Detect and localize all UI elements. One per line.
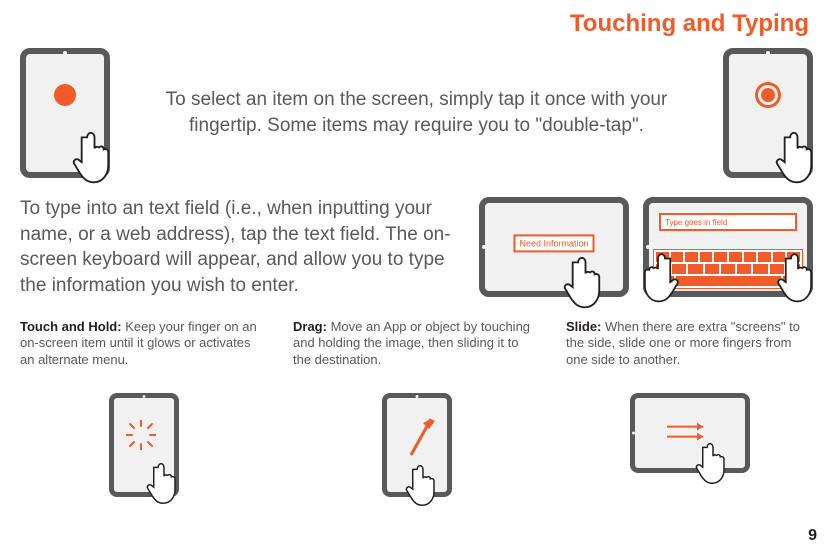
tap-illustration-left	[20, 48, 110, 178]
touch-hold-illustration	[109, 393, 179, 497]
tap-illustration-right	[723, 48, 813, 178]
touch-hold-column: Touch and Hold: Keep your finger on an o…	[20, 319, 267, 497]
hand-icon	[142, 460, 186, 508]
drag-label: Drag:	[293, 319, 327, 334]
drag-arrow-icon	[407, 413, 437, 458]
touch-hold-label: Touch and Hold:	[20, 319, 122, 334]
touch-hold-description: Touch and Hold: Keep your finger on an o…	[20, 319, 267, 381]
tap-section: To select an item on the screen, simply …	[20, 48, 813, 178]
type-section: To type into an text field (i.e., when i…	[20, 196, 813, 299]
hand-icon	[401, 462, 445, 510]
text-field-placeholder: Type goes in field	[659, 213, 797, 231]
drag-column: Drag: Move an App or object by touching …	[293, 319, 540, 497]
need-info-illustration: Need Information	[479, 197, 629, 297]
page-title: Touching and Typing	[20, 10, 813, 38]
drag-text: Move an App or object by touching and ho…	[293, 319, 530, 368]
drag-description: Drag: Move an App or object by touching …	[293, 319, 540, 381]
drag-illustration	[382, 393, 452, 497]
type-description: To type into an text field (i.e., when i…	[20, 196, 465, 299]
tap-target-icon	[54, 84, 76, 106]
tap-description: To select an item on the screen, simply …	[130, 87, 703, 138]
page-number: 9	[808, 527, 817, 545]
double-tap-target-icon	[761, 88, 775, 102]
two-hands-icon	[624, 241, 832, 311]
glow-icon	[126, 420, 156, 450]
hand-icon	[558, 253, 613, 313]
slide-arrows-icon	[665, 418, 715, 442]
hand-icon	[67, 128, 122, 188]
text-field-label: Need Information	[513, 235, 594, 253]
slide-text: When there are extra "screens" to the si…	[566, 319, 800, 368]
gestures-row: Touch and Hold: Keep your finger on an o…	[20, 319, 813, 497]
slide-illustration	[630, 393, 750, 473]
slide-description: Slide: When there are extra "screens" to…	[566, 319, 813, 381]
slide-label: Slide:	[566, 319, 601, 334]
slide-column: Slide: When there are extra "screens" to…	[566, 319, 813, 497]
hand-icon	[770, 128, 825, 188]
hand-icon	[691, 440, 735, 488]
keyboard-illustration: Type goes in field	[643, 197, 813, 297]
